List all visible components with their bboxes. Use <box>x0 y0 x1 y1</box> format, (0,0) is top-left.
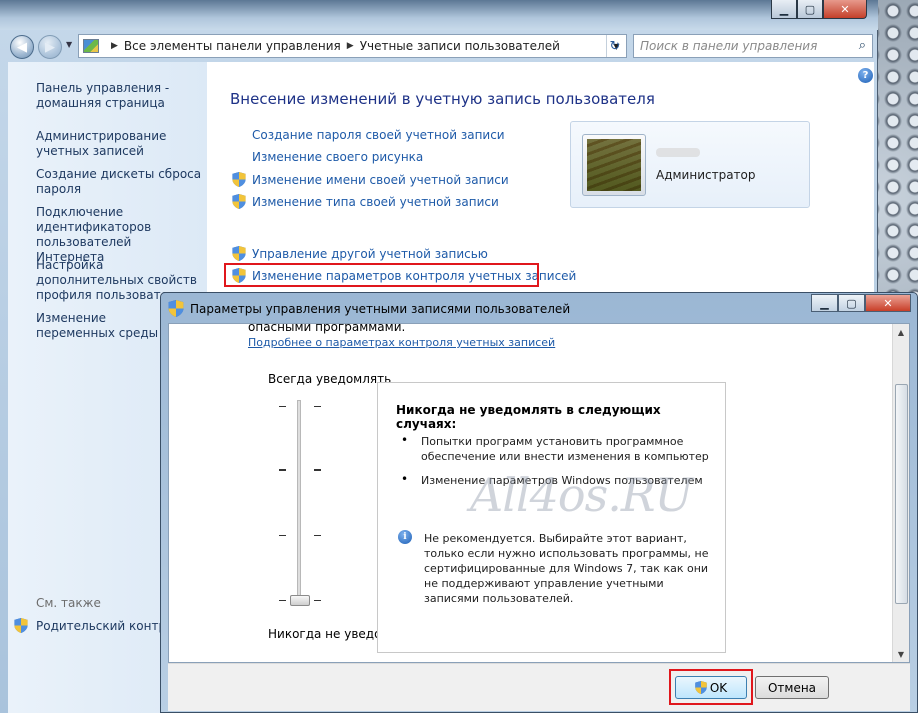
slider-thumb[interactable] <box>290 595 310 606</box>
forward-arrow-icon: ▶ <box>45 39 55 55</box>
close-button[interactable]: ✕ <box>823 0 867 19</box>
learn-more-link[interactable]: Подробнее о параметрах контроля учетных … <box>248 336 555 349</box>
bullet-text: Попытки программ установить программное … <box>421 435 709 463</box>
ok-button[interactable]: OK <box>675 676 747 699</box>
navigation-bar: ◀ ▶ ▼ ▶ Все элементы панели управления ▶… <box>0 30 878 62</box>
uac-shield-icon <box>168 300 184 317</box>
breadcrumb-user-accounts[interactable]: Учетные записи пользователей <box>360 39 560 53</box>
ok-label: OK <box>709 680 728 695</box>
warning-text: Не рекомендуется. Выбирайте этот вариант… <box>424 532 709 605</box>
scrollbar-thumb[interactable] <box>895 384 908 604</box>
slider-tick <box>314 535 321 536</box>
see-also-heading: См. также <box>36 596 101 610</box>
sidebar-item-home[interactable]: Панель управления - домашняя страница <box>36 81 206 111</box>
sidebar-item-admin-accounts[interactable]: Администрирование учетных записей <box>36 129 206 159</box>
slider-tick <box>314 406 321 407</box>
scroll-down-icon[interactable]: ▼ <box>893 646 909 662</box>
link-manage-other-account[interactable]: Управление другой учетной записью <box>252 247 488 261</box>
uac-shield-icon <box>695 681 707 694</box>
uac-shield-icon <box>232 246 246 261</box>
dialog-minimize-button[interactable]: ▁ <box>811 294 838 312</box>
slider-tick <box>279 535 286 536</box>
uac-shield-icon <box>232 172 246 187</box>
dialog-close-button[interactable]: ✕ <box>865 294 911 312</box>
notification-slider[interactable] <box>297 400 301 600</box>
sidebar-item-online-ids[interactable]: Подключение идентификаторов пользователе… <box>36 205 186 265</box>
link-create-password[interactable]: Создание пароля своей учетной записи <box>252 128 505 142</box>
link-change-type[interactable]: Изменение типа своей учетной записи <box>252 195 499 209</box>
highlight-frame <box>224 263 539 287</box>
breadcrumb-all-items[interactable]: Все элементы панели управления <box>124 39 341 53</box>
uac-shield-icon <box>232 194 246 209</box>
slider-tick <box>279 469 286 471</box>
dialog-footer: OK Отмена <box>168 663 910 711</box>
link-change-picture[interactable]: Изменение своего рисунка <box>252 150 423 164</box>
account-role: Администратор <box>656 168 756 182</box>
refresh-icon[interactable]: ↻ <box>603 34 627 58</box>
forward-button[interactable]: ▶ <box>38 35 62 59</box>
slider-label-always: Всегда уведомлять <box>268 372 392 386</box>
recent-pages-dropdown[interactable]: ▼ <box>66 40 72 49</box>
dialog-maximize-button[interactable]: ▢ <box>838 294 865 312</box>
search-placeholder: Поиск в панели управления <box>640 39 818 53</box>
breadcrumb-chevron-icon[interactable]: ▶ <box>347 41 354 51</box>
back-arrow-icon: ◀ <box>17 39 27 55</box>
help-icon[interactable]: ? <box>858 68 873 83</box>
search-icon[interactable]: ⌕ <box>859 38 866 53</box>
slider-tick <box>314 469 321 471</box>
maximize-button[interactable]: ▢ <box>797 0 823 19</box>
account-card: Администратор <box>570 121 810 208</box>
watermark: All4os.RU <box>470 468 693 522</box>
dialog-title: Параметры управления учетными записями п… <box>190 302 571 316</box>
sidebar-item-env-vars[interactable]: Изменение переменных среды <box>36 311 176 341</box>
back-button[interactable]: ◀ <box>10 35 34 59</box>
breadcrumb-chevron-icon[interactable]: ▶ <box>111 41 118 51</box>
scroll-up-icon[interactable]: ▲ <box>893 324 909 340</box>
link-change-name[interactable]: Изменение имени своей учетной записи <box>252 173 509 187</box>
minimize-button[interactable]: ▁ <box>771 0 797 19</box>
sidebar-item-reset-disk[interactable]: Создание дискеты сброса пароля <box>36 167 206 197</box>
vertical-scrollbar[interactable]: ▲ ▼ <box>892 324 909 662</box>
intro-text: опасными программами. <box>248 320 406 334</box>
address-bar[interactable]: ▶ Все элементы панели управления ▶ Учетн… <box>78 34 627 58</box>
slider-tick <box>314 600 321 601</box>
control-panel-icon <box>83 39 99 53</box>
page-title: Внесение изменений в учетную запись поль… <box>230 90 655 108</box>
bullet-icon: • <box>401 433 409 447</box>
account-picture <box>582 134 646 196</box>
info-icon: i <box>398 530 412 544</box>
search-input[interactable]: Поиск в панели управления ⌕ <box>633 34 873 58</box>
bullet-icon: • <box>401 472 409 486</box>
cancel-button[interactable]: Отмена <box>755 676 829 699</box>
uac-shield-icon <box>14 618 28 633</box>
slider-tick <box>279 600 286 601</box>
slider-tick <box>279 406 286 407</box>
blurred-username <box>656 148 700 157</box>
window-titlebar: ▁ ▢ ✕ <box>0 0 878 30</box>
description-heading: Никогда не уведомлять в следующих случая… <box>396 403 661 431</box>
